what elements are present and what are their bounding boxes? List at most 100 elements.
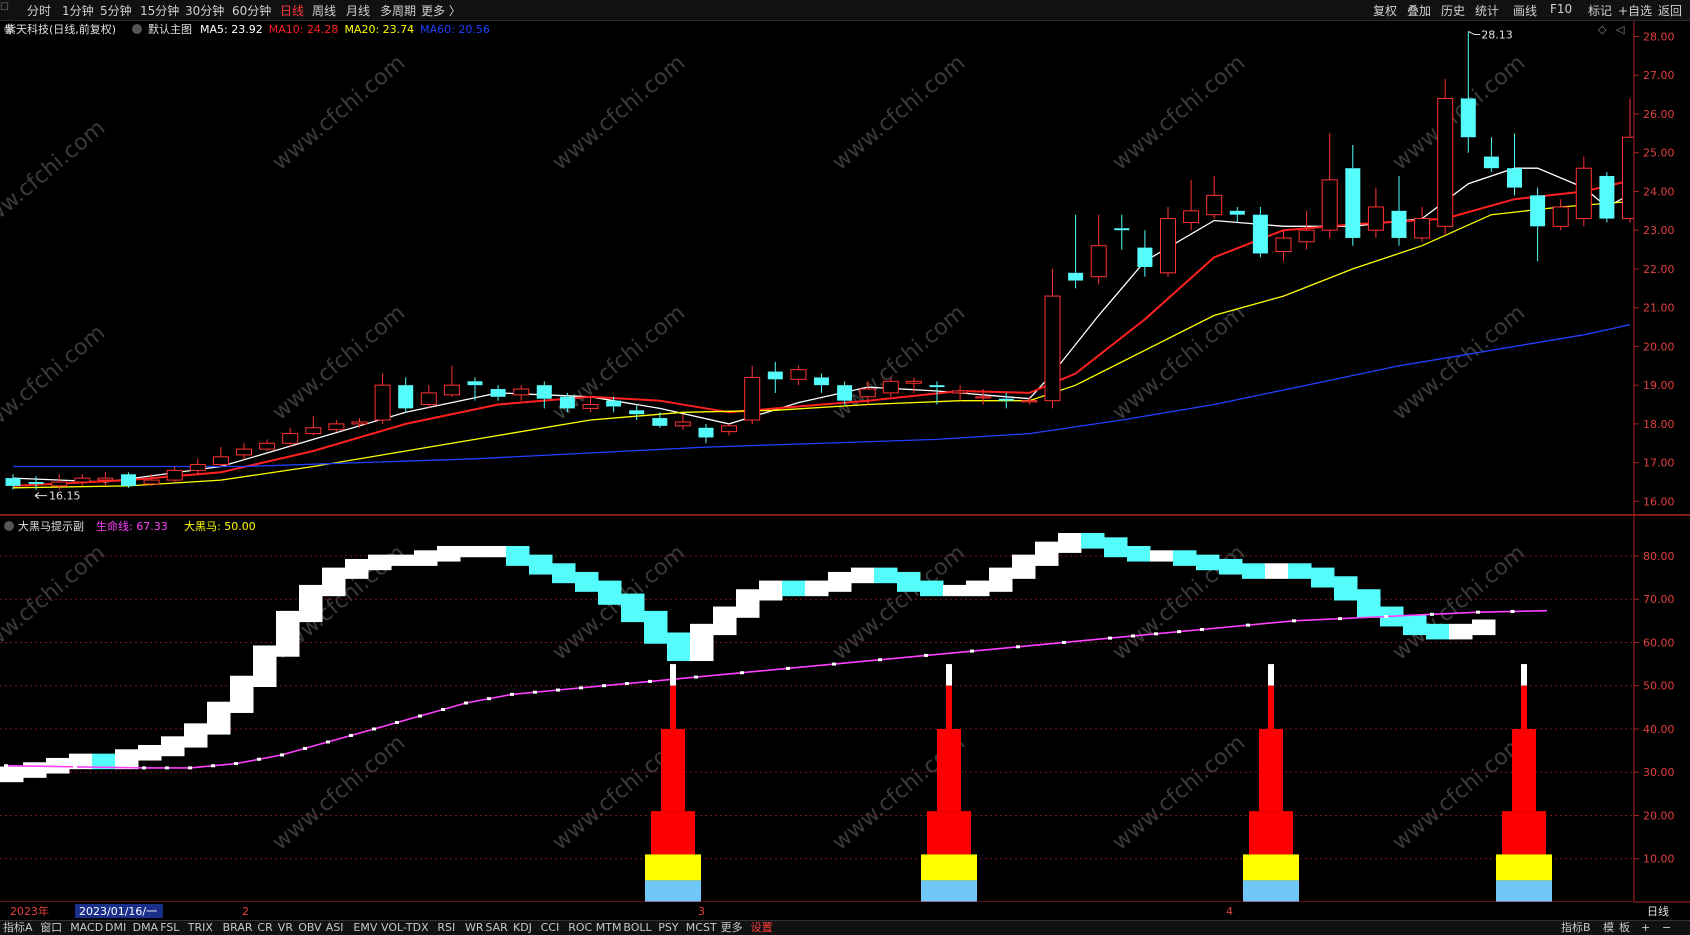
panel-toggle-icon[interactable]: ☐ — [0, 2, 9, 13]
indicator-tab-15[interactable]: WR — [465, 921, 484, 935]
band-block — [0, 766, 24, 783]
price-tick-0: 16.00 — [1643, 495, 1675, 508]
candle — [1414, 206, 1431, 242]
indicator-tab-16[interactable]: SAR — [485, 921, 507, 935]
band-block — [414, 550, 438, 566]
indicator-tab-24[interactable]: 更多 — [721, 921, 743, 935]
candle — [259, 439, 276, 452]
candle — [1599, 172, 1615, 223]
candle — [1321, 133, 1338, 238]
life-line-marker — [648, 679, 652, 683]
bottom-right-button-2[interactable]: 板 — [1619, 921, 1630, 935]
indicator-tab-7[interactable]: BRAR — [223, 921, 253, 935]
indicator-tab-6[interactable]: TRIX — [188, 921, 213, 935]
price-tick-6: 22.00 — [1643, 263, 1675, 276]
bottom-right-button-3[interactable]: + — [1641, 921, 1650, 935]
bottom-right-button-0[interactable]: 指标B — [1561, 921, 1591, 935]
timeframe-7[interactable]: 周线 — [312, 2, 336, 19]
life-line-marker — [1384, 614, 1388, 618]
life-line-label: 生命线: 67.33 — [96, 519, 168, 533]
indicator-tab-12[interactable]: EMV — [353, 921, 377, 935]
indicator-tab-3[interactable]: DMI — [105, 921, 126, 935]
candle — [1437, 79, 1454, 235]
watermark-text: www.cfchi.com — [828, 540, 970, 665]
life-line-marker — [1338, 617, 1342, 621]
indicator-tab-5[interactable]: FSL — [160, 921, 179, 935]
timeframe-2[interactable]: 5分钟 — [100, 2, 132, 19]
life-line-marker — [1131, 634, 1135, 638]
band-block — [621, 593, 645, 623]
signal-tower-2 — [1243, 664, 1299, 902]
indicator-tab-8[interactable]: CR — [257, 921, 272, 935]
life-line-marker — [602, 684, 606, 688]
cursor-date-label: 2023/01/16/一 — [79, 905, 157, 918]
band-block — [736, 589, 760, 618]
toolbar-button-6[interactable]: 标记 — [1588, 2, 1612, 19]
indicator-tab-4[interactable]: DMA — [133, 921, 159, 935]
high-marker: 28.13 — [1468, 28, 1513, 41]
indicator-tab-11[interactable]: ASI — [326, 921, 344, 935]
price-tick-12: 28.00 — [1643, 30, 1675, 43]
band-block — [1081, 533, 1105, 549]
indicator-tab-1[interactable]: 窗口 — [40, 921, 62, 935]
expand-icon[interactable]: ◁ — [1616, 23, 1625, 36]
band-block — [23, 762, 47, 778]
bottom-right-button-4[interactable]: − — [1662, 921, 1671, 935]
indicator-tab-21[interactable]: BOLL — [623, 921, 651, 935]
candle — [212, 447, 229, 467]
sub-indicator-axis: 10.00 20.00 30.00 40.00 50.00 60.00 70.00 80.00 — [1634, 550, 1675, 866]
timeframe-5[interactable]: 60分钟 — [232, 2, 271, 19]
low-marker: 16.15 — [34, 490, 81, 503]
band-block — [161, 736, 185, 757]
toolbar-button-5[interactable]: F10 — [1550, 2, 1572, 16]
indicator-tab-22[interactable]: PSY — [658, 921, 678, 935]
candle — [674, 414, 691, 430]
toolbar-button-7[interactable]: +自选 — [1618, 2, 1652, 19]
toolbar-button-2[interactable]: 历史 — [1441, 2, 1465, 19]
toolbar-button-4[interactable]: 画线 — [1513, 2, 1537, 19]
indicator-tab-18[interactable]: CCI — [541, 921, 560, 935]
indicator-tab-14[interactable]: RSI — [437, 921, 455, 935]
chart-menu-icon[interactable] — [132, 24, 142, 34]
timeframe-6[interactable]: 日线 — [280, 2, 304, 19]
indicator-tab-19[interactable]: ROC — [568, 921, 592, 935]
indicator-tab-0[interactable]: 指标A — [3, 921, 33, 935]
indicator-tab-23[interactable]: MCST — [686, 921, 717, 935]
timeframe-9[interactable]: 多周期 — [380, 2, 416, 19]
toolbar-button-1[interactable]: 叠加 — [1407, 2, 1431, 19]
candle — [1345, 144, 1361, 246]
band-block — [322, 567, 346, 597]
life-line-marker — [303, 746, 307, 750]
timeframe-8[interactable]: 月线 — [346, 2, 370, 19]
indicator-tab-13[interactable]: VOL-TDX — [381, 921, 429, 935]
candle — [1298, 210, 1315, 250]
bottom-right-button-1[interactable]: 模 — [1603, 921, 1614, 935]
indicator-tab-2[interactable]: MACD — [70, 921, 103, 935]
indicator-tab-10[interactable]: OBV — [298, 921, 321, 935]
candle — [1183, 179, 1200, 231]
candle — [744, 365, 761, 424]
life-line-marker — [326, 740, 330, 744]
life-line-marker — [487, 697, 491, 701]
life-line-marker — [1476, 610, 1480, 614]
watermark-text: www.cfchi.com — [268, 50, 410, 175]
indicator-tab-25[interactable]: 设置 — [751, 921, 773, 935]
price-tick-2: 18.00 — [1643, 418, 1675, 431]
band-block — [1426, 623, 1450, 640]
timeframe-4[interactable]: 30分钟 — [185, 2, 224, 19]
indicator-tab-20[interactable]: MTM — [596, 921, 622, 935]
timeframe-0[interactable]: 分时 — [27, 2, 51, 19]
sub-collapse-icon[interactable] — [4, 521, 14, 531]
timeframe-3[interactable]: 15分钟 — [140, 2, 179, 19]
timeframe-10[interactable]: 更多 〉 — [421, 2, 461, 19]
candle — [420, 385, 437, 409]
toolbar-button-0[interactable]: 复权 — [1373, 2, 1397, 19]
diamond-icon[interactable]: ◇ — [1598, 23, 1607, 36]
chart-stage: www.cfchi.com www.cfchi.com www.cfchi.com w… — [0, 21, 1690, 920]
toolbar-button-8[interactable]: 返回 — [1658, 2, 1682, 19]
toolbar-button-3[interactable]: 统计 — [1475, 2, 1499, 19]
indicator-tab-17[interactable]: KDJ — [513, 921, 532, 935]
candle — [490, 385, 506, 401]
timeframe-1[interactable]: 1分钟 — [62, 2, 94, 19]
indicator-tab-9[interactable]: VR — [278, 921, 293, 935]
